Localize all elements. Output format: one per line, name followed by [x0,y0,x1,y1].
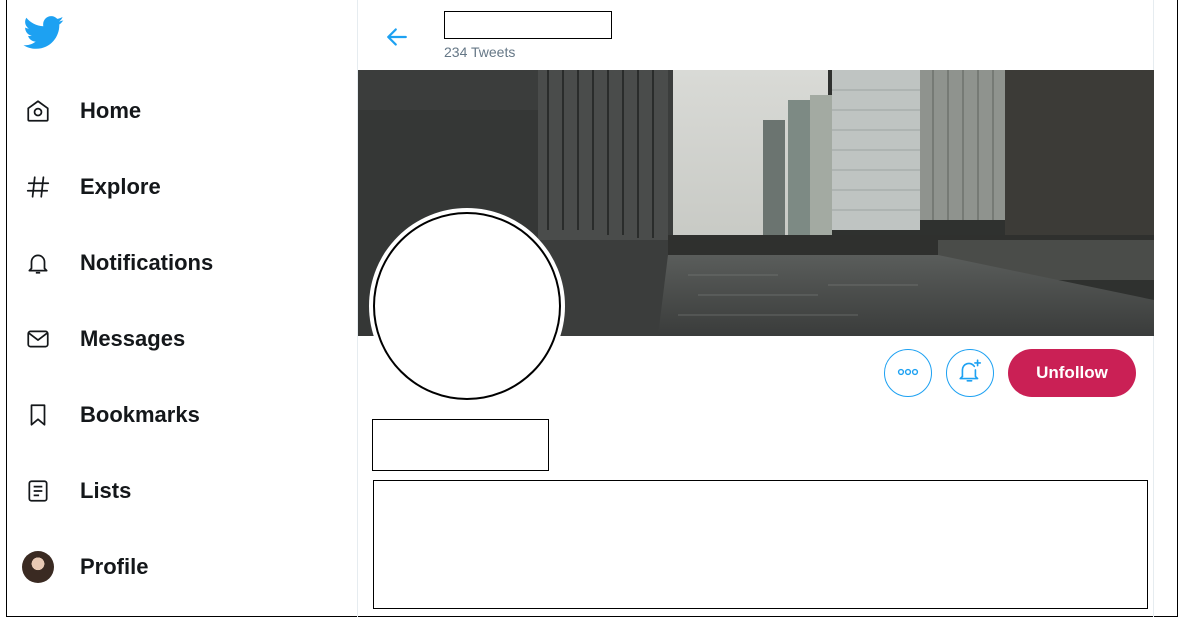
sidebar-item-bookmarks[interactable]: Bookmarks [22,394,322,436]
sidebar-item-explore[interactable]: Explore [22,166,322,208]
bookmark-icon [22,399,54,431]
profile-bio-redacted [373,480,1148,609]
home-icon [22,95,54,127]
sidebar-item-messages[interactable]: Messages [22,318,322,360]
sidebar-item-label: Messages [80,326,186,351]
sidebar-item-profile[interactable]: Profile [22,546,322,588]
profile-header-bar: 234 Tweets [358,0,1155,70]
sidebar-item-label: Lists [80,478,132,503]
profile-column: 234 Tweets Unfollow [357,0,1154,617]
sidebar-item-label: Bookmarks [80,402,200,427]
profile-name-redacted [444,11,612,39]
sidebar-item-label: Profile [80,554,149,579]
bell-icon [22,247,54,279]
profile-handle-redacted [372,419,549,471]
sidebar-item-label: Explore [80,174,161,199]
avatar [22,551,54,583]
twitter-bird-icon[interactable] [22,16,66,50]
more-dots-icon [896,364,920,382]
sidebar-item-label: Home [80,98,142,123]
hashtag-icon [22,171,54,203]
envelope-icon [22,323,54,355]
sidebar-item-home[interactable]: Home [22,90,322,132]
sidebar-item-notifications[interactable]: Notifications [22,242,322,284]
list-icon [22,475,54,507]
tweet-count: 234 Tweets [444,44,516,60]
profile-avatar[interactable] [373,212,561,400]
unfollow-button[interactable]: Unfollow [1008,349,1136,397]
sidebar-item-label: Notifications [80,250,214,275]
sidebar-item-lists[interactable]: Lists [22,470,322,512]
back-arrow-icon[interactable] [382,22,412,52]
notify-button[interactable] [946,349,994,397]
more-options-button[interactable] [884,349,932,397]
sidebar-nav: Home Explore Notifications Messages Book… [22,90,322,588]
bell-plus-icon [957,358,983,389]
